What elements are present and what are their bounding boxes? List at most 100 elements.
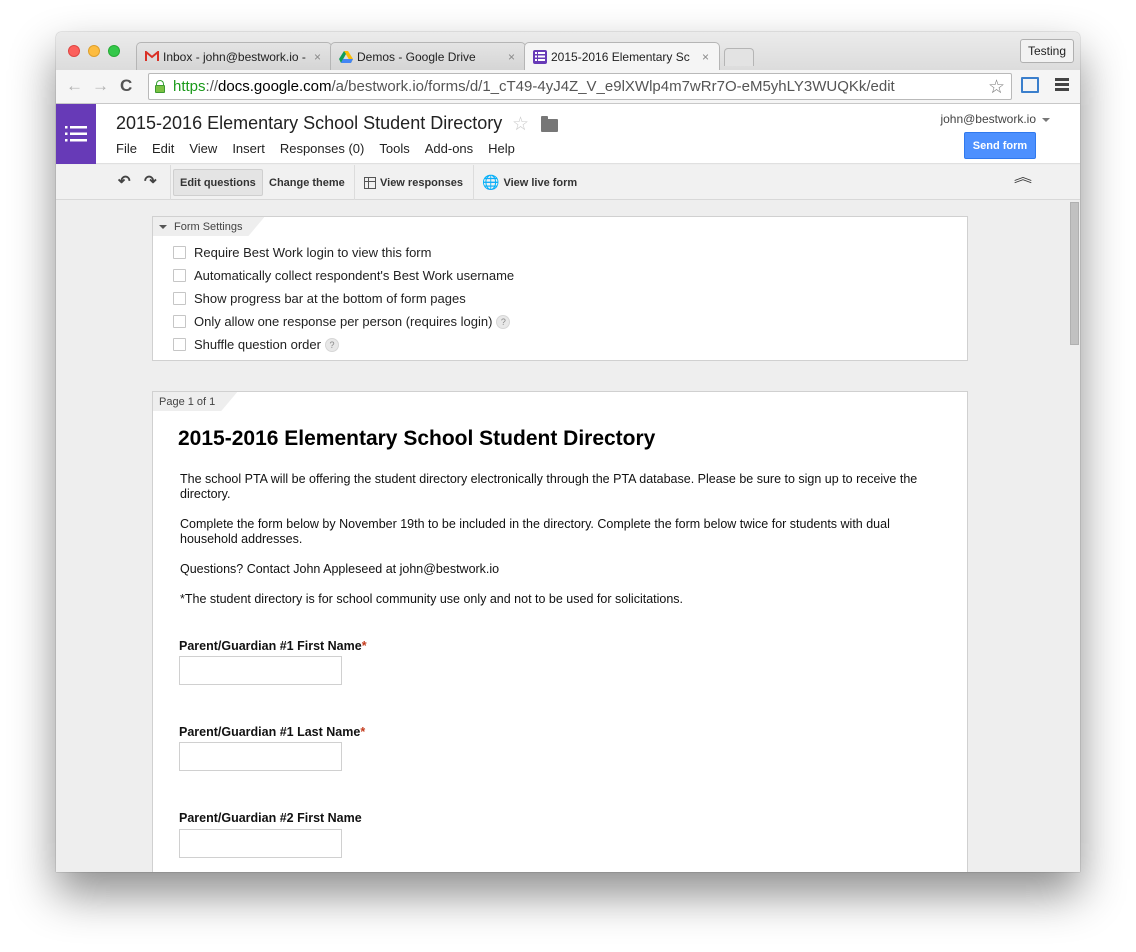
back-icon[interactable]: ← bbox=[66, 76, 83, 96]
tab-title: 2015-2016 Elementary Sc bbox=[551, 49, 690, 64]
required-asterisk: * bbox=[360, 725, 366, 739]
required-asterisk: * bbox=[361, 639, 367, 653]
form-description-paragraph[interactable]: Questions? Contact John Appleseed at joh… bbox=[180, 562, 920, 577]
menu-bar: File Edit View Insert Responses (0) Tool… bbox=[116, 141, 530, 156]
form-description-paragraph[interactable]: Complete the form below by November 19th… bbox=[180, 517, 920, 547]
form-editor-content: Form Settings Require Best Work login to… bbox=[56, 201, 1070, 872]
menu-help[interactable]: Help bbox=[488, 141, 515, 156]
checkbox[interactable] bbox=[173, 315, 186, 328]
document-title[interactable]: 2015-2016 Elementary School Student Dire… bbox=[116, 113, 502, 134]
menu-file[interactable]: File bbox=[116, 141, 137, 156]
form-page-card: Page 1 of 1 2015-2016 Elementary School … bbox=[152, 391, 968, 872]
google-drive-icon bbox=[339, 50, 353, 64]
setting-label: Automatically collect respondent's Best … bbox=[194, 268, 515, 283]
form-description-paragraph[interactable]: *The student directory is for school com… bbox=[180, 592, 920, 607]
setting-require-login[interactable]: Require Best Work login to view this for… bbox=[173, 245, 431, 260]
cast-icon[interactable] bbox=[1021, 77, 1039, 93]
forward-icon[interactable]: → bbox=[92, 76, 109, 96]
menu-insert[interactable]: Insert bbox=[232, 141, 265, 156]
change-theme-button[interactable]: Change theme bbox=[263, 169, 351, 196]
setting-shuffle-questions[interactable]: Shuffle question order ? bbox=[173, 337, 339, 352]
view-responses-button[interactable]: View responses bbox=[358, 169, 469, 196]
checkbox[interactable] bbox=[173, 269, 186, 282]
collapse-header-icon[interactable]: ︽ bbox=[1014, 170, 1032, 184]
setting-one-response[interactable]: Only allow one response per person (requ… bbox=[173, 314, 511, 329]
forms-home-button[interactable] bbox=[56, 104, 96, 164]
checkbox[interactable] bbox=[173, 338, 186, 351]
redo-icon[interactable]: ↷ bbox=[144, 172, 157, 190]
page-indicator: Page 1 of 1 bbox=[153, 392, 237, 411]
gmail-icon bbox=[145, 50, 159, 64]
question-text: Parent/Guardian #2 First Name bbox=[179, 811, 362, 825]
browser-tab-drive[interactable]: Demos - Google Drive × bbox=[330, 42, 526, 70]
toolbar-divider bbox=[170, 165, 171, 200]
form-settings-toggle[interactable]: Form Settings bbox=[153, 217, 264, 236]
bookmark-star-icon[interactable]: ☆ bbox=[988, 76, 1005, 99]
browser-window: Inbox - john@bestwork.io - × Demos - Goo… bbox=[56, 32, 1080, 872]
chevron-down-icon[interactable] bbox=[1042, 118, 1050, 122]
setting-collect-username[interactable]: Automatically collect respondent's Best … bbox=[173, 268, 514, 283]
checkbox[interactable] bbox=[173, 246, 186, 259]
help-icon[interactable]: ? bbox=[324, 337, 339, 352]
text-answer-input[interactable] bbox=[179, 829, 342, 858]
close-tab-icon[interactable]: × bbox=[314, 50, 321, 64]
lock-icon bbox=[155, 80, 165, 93]
folder-icon[interactable] bbox=[541, 116, 558, 132]
toolbar-divider bbox=[473, 165, 474, 200]
edit-questions-button[interactable]: Edit questions bbox=[173, 169, 263, 196]
toolbar-divider bbox=[354, 165, 355, 200]
zoom-window-button[interactable] bbox=[108, 45, 120, 57]
globe-link-icon: 🌐 bbox=[482, 174, 500, 190]
send-form-button[interactable]: Send form bbox=[964, 132, 1036, 159]
close-tab-icon[interactable]: × bbox=[702, 50, 709, 64]
profile-button[interactable]: Testing bbox=[1019, 39, 1074, 63]
view-live-form-button[interactable]: 🌐 View live form bbox=[476, 169, 583, 196]
url-host: docs.google.com bbox=[218, 78, 332, 95]
scrollbar[interactable] bbox=[1068, 201, 1080, 872]
tab-title: Inbox - john@bestwork.io - bbox=[163, 49, 306, 64]
minimize-window-button[interactable] bbox=[88, 45, 100, 57]
forms-list-icon bbox=[65, 126, 87, 142]
setting-progress-bar[interactable]: Show progress bar at the bottom of form … bbox=[173, 291, 466, 306]
text-answer-input[interactable] bbox=[179, 656, 342, 685]
tab-strip: Inbox - john@bestwork.io - × Demos - Goo… bbox=[56, 32, 1080, 70]
address-bar[interactable]: https://docs.google.com/a/bestwork.io/fo… bbox=[148, 73, 1012, 100]
form-title[interactable]: 2015-2016 Elementary School Student Dire… bbox=[178, 427, 655, 451]
help-icon[interactable]: ? bbox=[496, 314, 511, 329]
url-scheme: https bbox=[173, 78, 206, 95]
menu-responses[interactable]: Responses (0) bbox=[280, 141, 365, 156]
menu-edit[interactable]: Edit bbox=[152, 141, 174, 156]
form-settings-label: Form Settings bbox=[174, 220, 243, 233]
browser-menu-icon[interactable] bbox=[1055, 78, 1069, 93]
reload-icon[interactable]: C bbox=[120, 76, 132, 96]
browser-toolbar: ← → C https://docs.google.com/a/bestwork… bbox=[56, 70, 1080, 104]
close-tab-icon[interactable]: × bbox=[508, 50, 515, 64]
menu-tools[interactable]: Tools bbox=[379, 141, 409, 156]
form-description-paragraph[interactable]: The school PTA will be offering the stud… bbox=[180, 472, 920, 502]
undo-icon[interactable]: ↶ bbox=[118, 172, 131, 190]
browser-tab-forms[interactable]: 2015-2016 Elementary Sc × bbox=[524, 42, 720, 70]
menu-add-ons[interactable]: Add-ons bbox=[425, 141, 473, 156]
question-label[interactable]: Parent/Guardian #1 First Name* bbox=[179, 639, 367, 653]
google-forms-icon bbox=[533, 49, 547, 64]
setting-label: Show progress bar at the bottom of form … bbox=[194, 291, 466, 306]
page-indicator-label: Page 1 of 1 bbox=[159, 395, 216, 408]
text-answer-input[interactable] bbox=[179, 742, 342, 771]
star-icon[interactable]: ☆ bbox=[512, 113, 529, 136]
setting-label: Only allow one response per person (requ… bbox=[194, 314, 493, 329]
question-text: Parent/Guardian #1 First Name bbox=[179, 639, 362, 653]
checkbox[interactable] bbox=[173, 292, 186, 305]
new-tab-button[interactable] bbox=[724, 48, 754, 66]
question-label[interactable]: Parent/Guardian #2 First Name bbox=[179, 811, 362, 825]
browser-tab-gmail[interactable]: Inbox - john@bestwork.io - × bbox=[136, 42, 332, 70]
question-label[interactable]: Parent/Guardian #1 Last Name* bbox=[179, 725, 365, 739]
caret-down-icon bbox=[159, 225, 167, 229]
menu-view[interactable]: View bbox=[189, 141, 217, 156]
edit-toolbar: ↶ ↷ Edit questions Change theme View res… bbox=[56, 165, 1080, 200]
account-switcher[interactable]: john@bestwork.io bbox=[940, 112, 1036, 126]
close-window-button[interactable] bbox=[68, 45, 80, 57]
scrollbar-thumb[interactable] bbox=[1070, 202, 1079, 345]
setting-label: Shuffle question order bbox=[194, 337, 321, 352]
setting-label: Require Best Work login to view this for… bbox=[194, 245, 432, 260]
spreadsheet-icon bbox=[364, 176, 376, 189]
